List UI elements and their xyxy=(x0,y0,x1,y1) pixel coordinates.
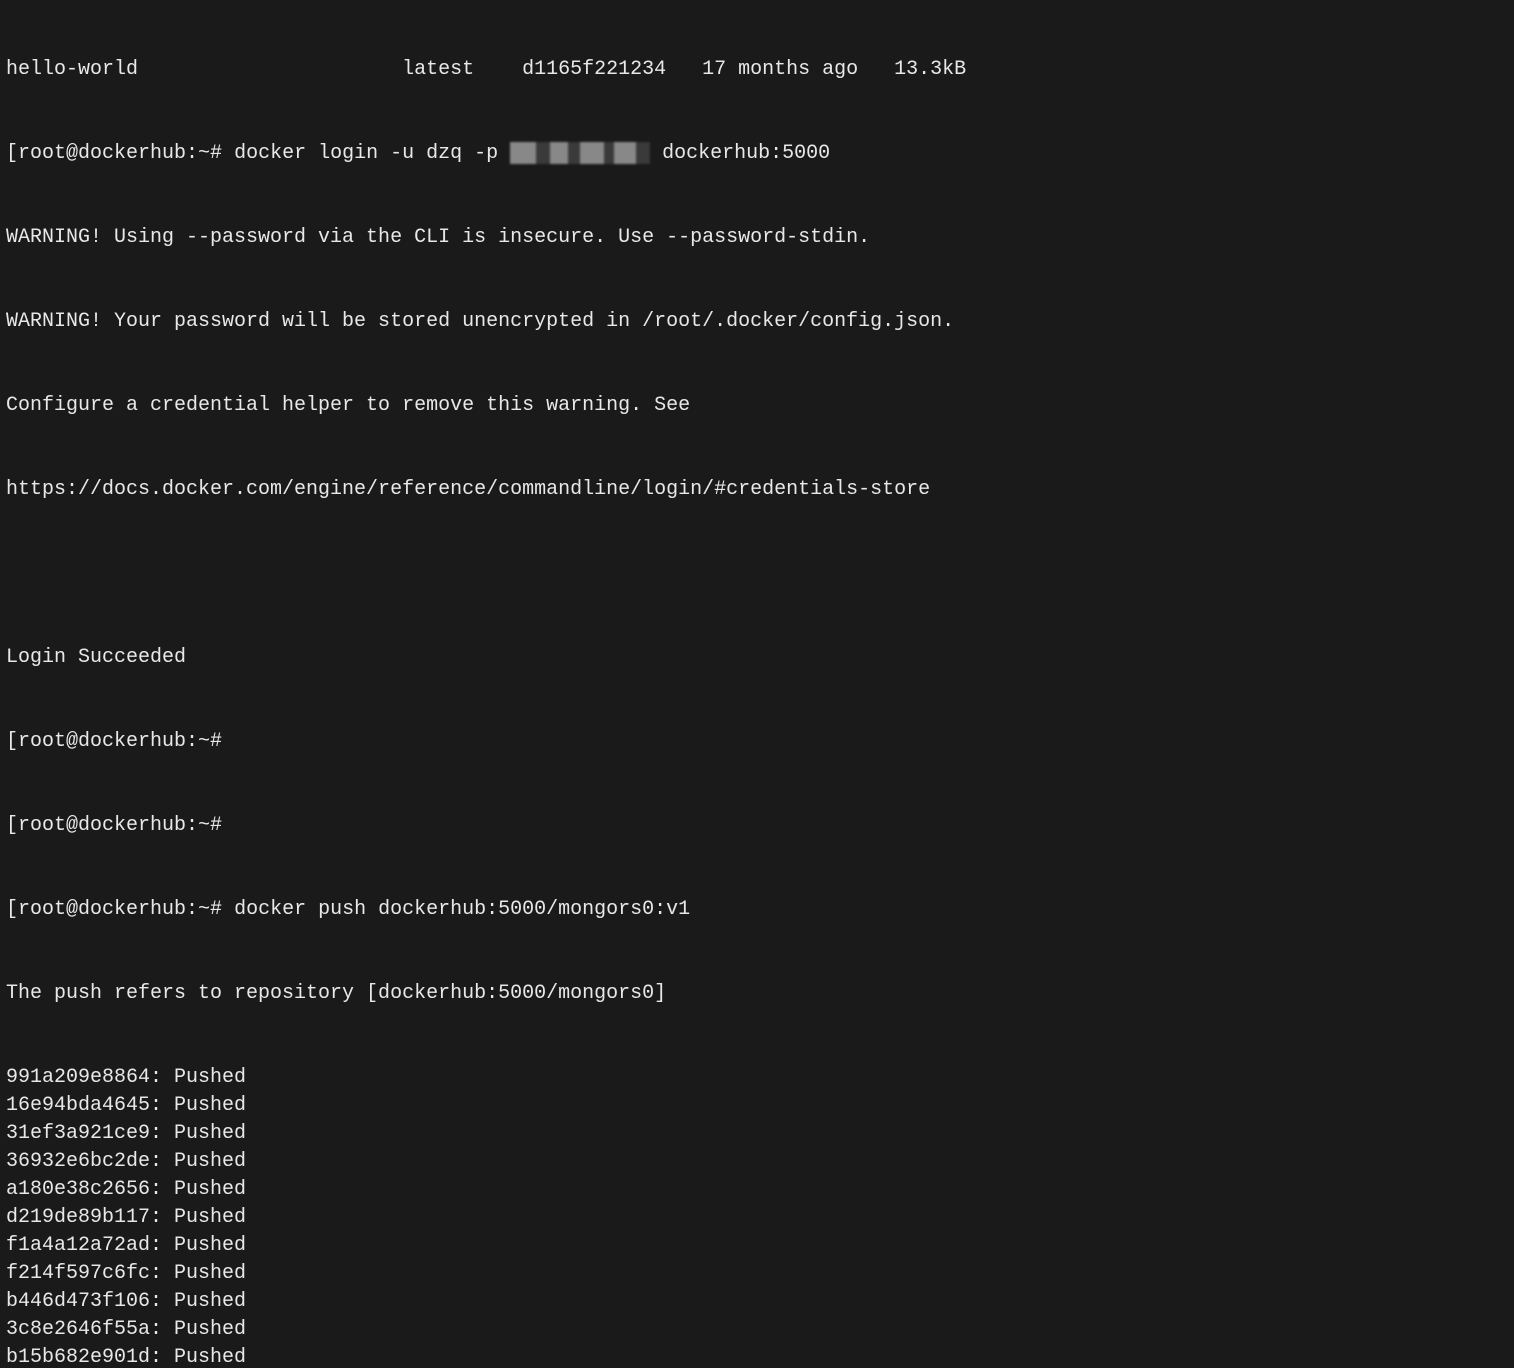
bracket: [ xyxy=(6,814,18,837)
login-succeeded: Login Succeeded xyxy=(6,644,1508,672)
layer-row: 36932e6bc2de: Pushed xyxy=(6,1148,1508,1176)
redacted-password xyxy=(510,142,650,164)
layer-row: f1a4a12a72ad: Pushed xyxy=(6,1232,1508,1260)
warning-line-3: Configure a credential helper to remove … xyxy=(6,392,1508,420)
warning-url: https://docs.docker.com/engine/reference… xyxy=(6,476,1508,504)
layer-row: d219de89b117: Pushed xyxy=(6,1204,1508,1232)
login-cmd-before: docker login -u dzq -p xyxy=(234,142,498,165)
warning-line-2: WARNING! Your password will be stored un… xyxy=(6,308,1508,336)
layer-row: 31ef3a921ce9: Pushed xyxy=(6,1120,1508,1148)
login-command-line: [root@dockerhub:~# docker login -u dzq -… xyxy=(6,140,1508,168)
shell-prompt: root@dockerhub:~# xyxy=(18,814,222,837)
empty-prompt-2: [root@dockerhub:~# xyxy=(6,812,1508,840)
shell-prompt: root@dockerhub:~# xyxy=(18,142,222,165)
layer-list: 991a209e8864: Pushed16e94bda4645: Pushed… xyxy=(6,1064,1508,1368)
shell-prompt: root@dockerhub:~# xyxy=(18,730,222,753)
layer-row: b446d473f106: Pushed xyxy=(6,1288,1508,1316)
warning-line-1: WARNING! Using --password via the CLI is… xyxy=(6,224,1508,252)
empty-prompt-1: [root@dockerhub:~# xyxy=(6,728,1508,756)
push-refers-line: The push refers to repository [dockerhub… xyxy=(6,980,1508,1008)
blank-line-1 xyxy=(6,560,1508,588)
partial-top-line: hello-world latest d1165f221234 17 month… xyxy=(6,56,1508,84)
layer-row: 16e94bda4645: Pushed xyxy=(6,1092,1508,1120)
terminal-output[interactable]: hello-world latest d1165f221234 17 month… xyxy=(0,0,1514,1368)
bracket: [ xyxy=(6,730,18,753)
bracket: [ xyxy=(6,142,18,165)
layer-row: f214f597c6fc: Pushed xyxy=(6,1260,1508,1288)
shell-prompt: root@dockerhub:~# xyxy=(18,898,222,921)
push-cmd: docker push dockerhub:5000/mongors0:v1 xyxy=(234,898,690,921)
push-command-line: [root@dockerhub:~# docker push dockerhub… xyxy=(6,896,1508,924)
layer-row: 991a209e8864: Pushed xyxy=(6,1064,1508,1092)
login-cmd-after: dockerhub:5000 xyxy=(662,142,830,165)
layer-row: b15b682e901d: Pushed xyxy=(6,1344,1508,1368)
layer-row: a180e38c2656: Pushed xyxy=(6,1176,1508,1204)
layer-row: 3c8e2646f55a: Pushed xyxy=(6,1316,1508,1344)
bracket: [ xyxy=(6,898,18,921)
